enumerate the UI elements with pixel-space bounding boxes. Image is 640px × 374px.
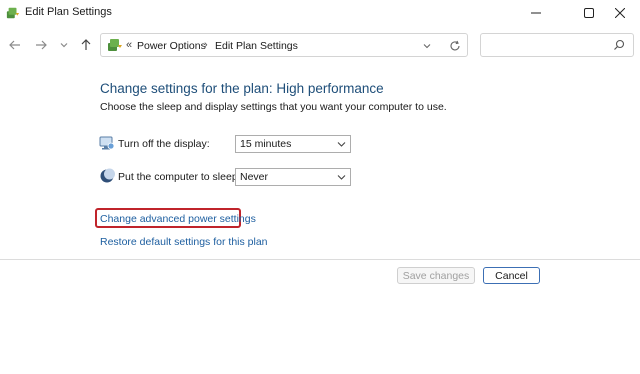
back-button[interactable]: [5, 35, 25, 55]
navigation-bar: « Power Options › Edit Plan Settings: [0, 31, 640, 59]
chevron-down-icon: [337, 142, 346, 147]
search-input[interactable]: [480, 33, 634, 57]
close-icon: [615, 7, 625, 18]
page-subheading: Choose the sleep and display settings th…: [100, 101, 447, 113]
address-bar[interactable]: « Power Options › Edit Plan Settings: [100, 33, 468, 57]
sleep-timeout-label: Put the computer to sleep:: [118, 171, 241, 183]
breadcrumb-separator[interactable]: ›: [204, 39, 208, 51]
arrow-up-icon: [81, 39, 91, 50]
up-button[interactable]: [76, 35, 96, 55]
refresh-button[interactable]: [447, 38, 463, 54]
monitor-icon: [99, 136, 115, 150]
sleep-timeout-value: Never: [240, 171, 269, 183]
arrow-right-icon: [36, 40, 47, 50]
power-options-app-icon: [6, 7, 20, 19]
address-dropdown-button[interactable]: [419, 38, 435, 54]
search-icon: [614, 39, 625, 50]
display-timeout-value: 15 minutes: [240, 138, 292, 150]
title-bar: Edit Plan Settings: [0, 0, 640, 25]
restore-default-settings-link[interactable]: Restore default settings for this plan: [100, 236, 268, 248]
chevron-down-icon: [423, 44, 431, 49]
save-changes-button[interactable]: Save changes: [397, 267, 475, 284]
moon-icon: [100, 168, 115, 183]
minimize-button[interactable]: [516, 0, 556, 25]
page-heading: Change settings for the plan: High perfo…: [100, 81, 384, 96]
display-timeout-select[interactable]: 15 minutes: [235, 135, 351, 153]
power-options-icon: [108, 39, 122, 51]
breadcrumb-power-options[interactable]: Power Options: [137, 40, 206, 52]
recent-locations-button[interactable]: [54, 35, 74, 55]
refresh-icon: [450, 40, 460, 51]
chevron-down-icon: [337, 175, 346, 180]
sleep-timeout-select[interactable]: Never: [235, 168, 351, 186]
forward-button[interactable]: [31, 35, 51, 55]
minimize-icon: [531, 12, 541, 13]
divider: [0, 259, 640, 260]
breadcrumb-edit-plan-settings[interactable]: Edit Plan Settings: [215, 40, 298, 52]
chevron-down-icon: [60, 43, 68, 48]
arrow-left-icon: [9, 40, 20, 50]
close-button[interactable]: [600, 0, 640, 25]
cancel-button[interactable]: Cancel: [483, 267, 540, 284]
breadcrumb-overflow[interactable]: «: [126, 39, 132, 51]
maximize-icon: [584, 7, 594, 18]
display-timeout-label: Turn off the display:: [118, 138, 210, 150]
change-advanced-power-settings-link[interactable]: Change advanced power settings: [100, 213, 256, 225]
window-title: Edit Plan Settings: [25, 6, 112, 18]
